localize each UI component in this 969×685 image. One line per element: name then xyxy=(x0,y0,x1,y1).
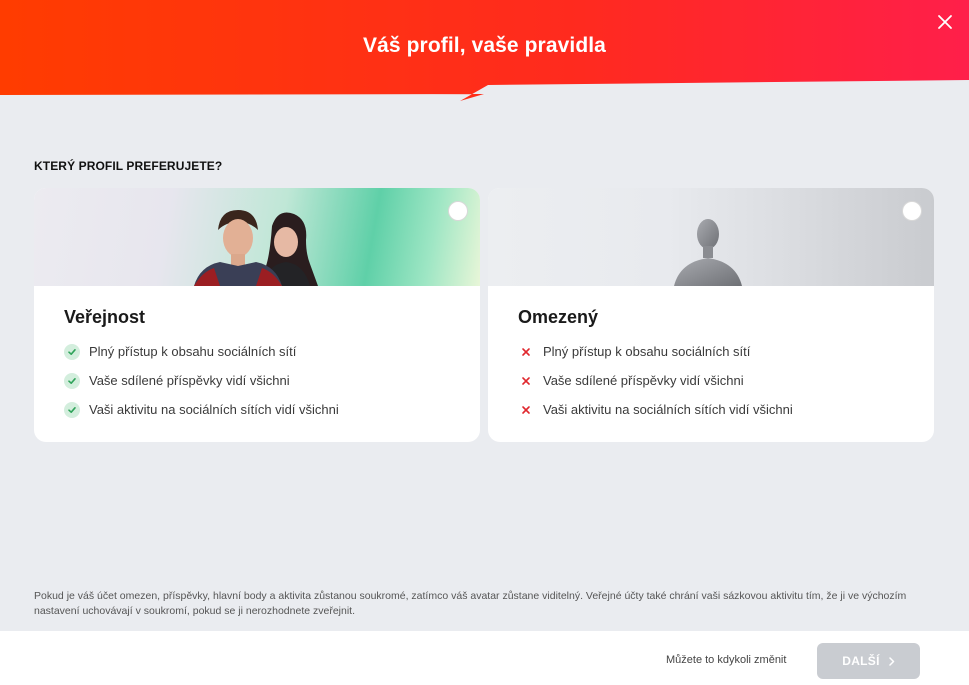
public-features-list: Plný přístup k obsahu sociálních sítí Va… xyxy=(64,337,339,424)
restricted-profile-image xyxy=(488,188,934,286)
feature-label: Plný přístup k obsahu sociálních sítí xyxy=(89,344,297,359)
restricted-feature: Plný přístup k obsahu sociálních sítí xyxy=(518,337,793,366)
check-icon xyxy=(64,343,80,360)
next-button[interactable]: DALŠÍ xyxy=(817,643,920,679)
avatars-illustration xyxy=(194,210,318,286)
restricted-title: Omezený xyxy=(518,307,599,327)
feature-label: Vaše sdílené příspěvky vidí všichni xyxy=(89,373,290,388)
feature-label: Vaši aktivitu na sociálních sítích vidí … xyxy=(543,402,793,417)
restricted-features-list: Plný přístup k obsahu sociálních sítí Va… xyxy=(518,337,793,424)
chevron-right-icon xyxy=(889,656,895,666)
check-icon xyxy=(64,401,80,418)
public-radio[interactable] xyxy=(448,201,468,221)
restricted-radio[interactable] xyxy=(902,201,922,221)
profile-question: KTERÝ PROFIL PREFERUJETE? xyxy=(34,159,223,173)
feature-label: Vaše sdílené příspěvky vidí všichni xyxy=(543,373,744,388)
cross-icon xyxy=(518,344,534,360)
feature-label: Plný přístup k obsahu sociálních sítí xyxy=(543,344,751,359)
public-feature: Vaši aktivitu na sociálních sítích vidí … xyxy=(64,395,339,424)
privacy-footnote: Pokud je váš účet omezen, příspěvky, hla… xyxy=(34,590,907,617)
profile-option-public[interactable]: Veřejnost Plný přístup k obsahu sociální… xyxy=(34,188,480,442)
profile-option-restricted[interactable]: Omezený Plný přístup k obsahu sociálních… xyxy=(488,188,934,442)
public-feature: Plný přístup k obsahu sociálních sítí xyxy=(64,337,339,366)
cross-icon xyxy=(518,373,534,389)
cross-icon xyxy=(518,402,534,418)
public-title: Veřejnost xyxy=(64,307,146,327)
check-icon xyxy=(64,372,80,389)
public-profile-image xyxy=(34,188,480,286)
header-banner: Váš profil, vaše pravidla xyxy=(0,0,969,101)
mannequin-illustration xyxy=(674,219,742,286)
feature-label: Vaši aktivitu na sociálních sítích vidí … xyxy=(89,402,339,417)
restricted-feature: Vaše sdílené příspěvky vidí všichni xyxy=(518,366,793,395)
next-button-label: DALŠÍ xyxy=(842,654,880,668)
public-feature: Vaše sdílené příspěvky vidí všichni xyxy=(64,366,339,395)
restricted-feature: Vaši aktivitu na sociálních sítích vidí … xyxy=(518,395,793,424)
dialog-footer: Můžete to kdykoli změnit DALŠÍ xyxy=(0,631,969,685)
dialog-title: Váš profil, vaše pravidla xyxy=(363,34,606,57)
close-icon[interactable] xyxy=(937,14,953,30)
change-anytime-hint: Můžete to kdykoli změnit xyxy=(666,654,787,666)
